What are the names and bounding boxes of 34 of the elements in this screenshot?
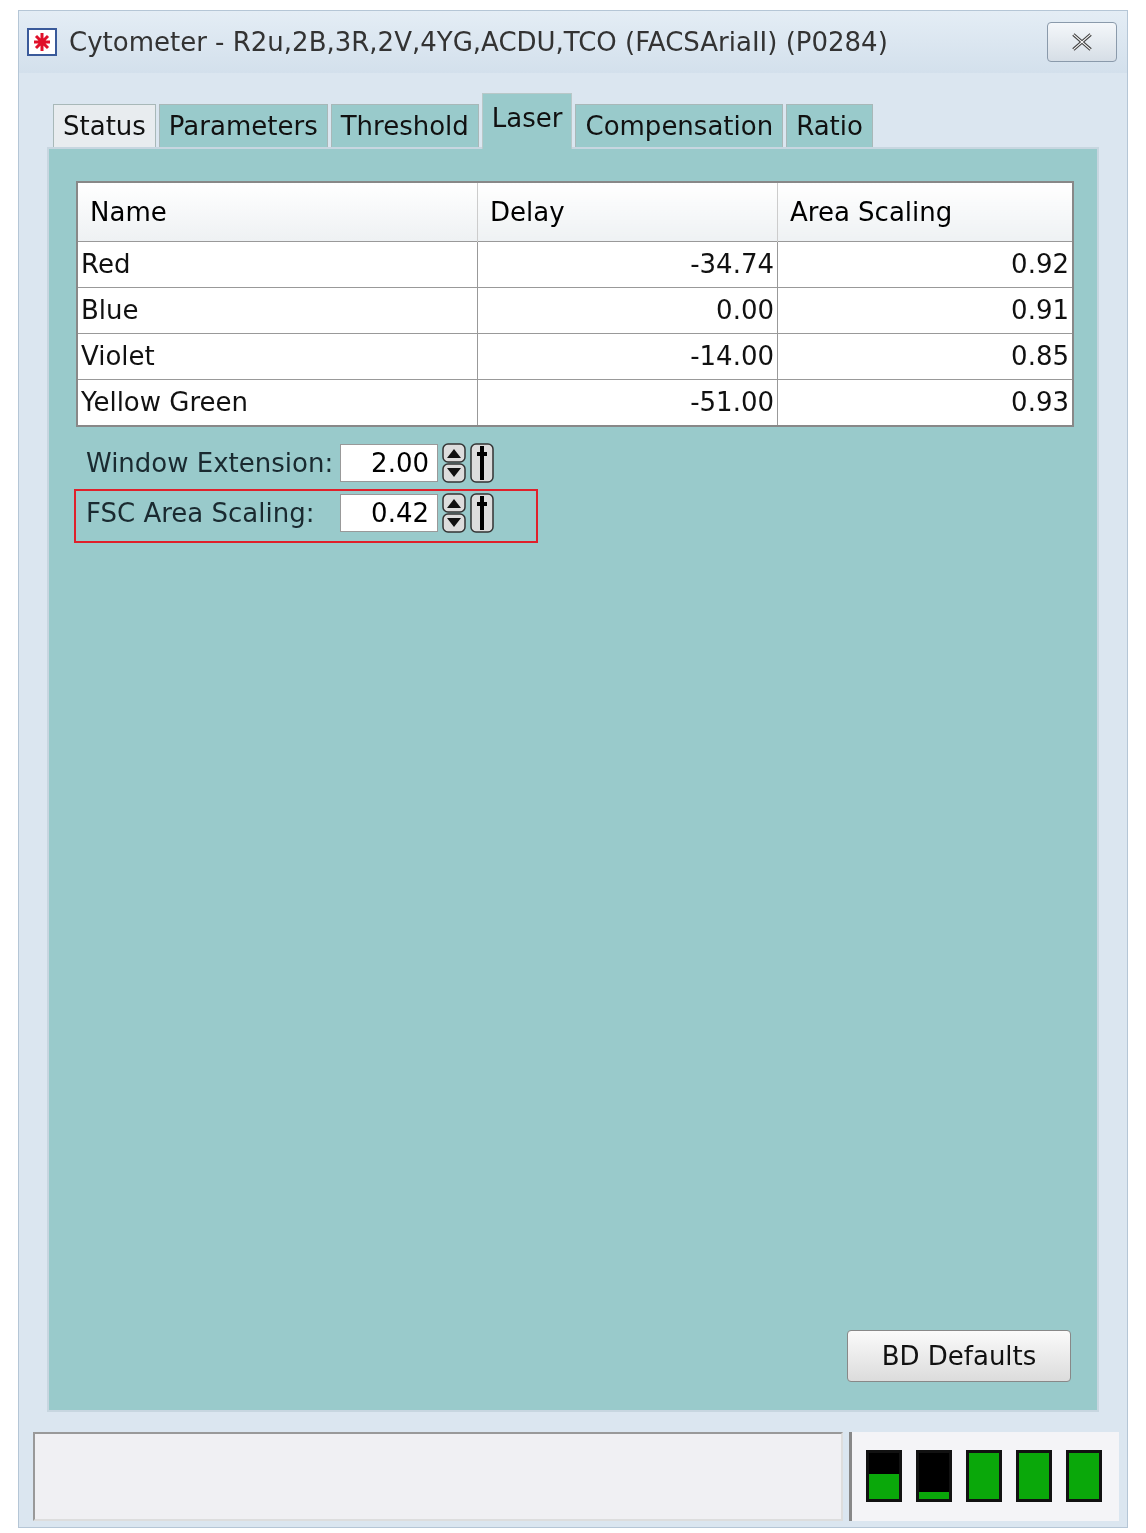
slider-handle-icon[interactable] xyxy=(470,442,494,483)
tab[interactable]: Ratio xyxy=(786,103,873,147)
table-cell: Violet xyxy=(77,333,478,380)
column-header: Delay xyxy=(477,181,778,242)
app-icon xyxy=(27,27,57,56)
table-cell: Red xyxy=(77,241,478,288)
close-button[interactable] xyxy=(1047,21,1117,62)
level-meter xyxy=(916,1450,952,1503)
level-meter xyxy=(966,1450,1002,1503)
number-field[interactable]: 2.00 xyxy=(340,443,438,482)
tab[interactable]: Status xyxy=(53,103,156,147)
tab[interactable]: Compensation xyxy=(575,103,784,147)
tab[interactable]: Laser xyxy=(481,92,573,149)
table-cell: -34.74 xyxy=(477,241,778,288)
table-cell: -14.00 xyxy=(477,333,778,380)
tab[interactable]: Parameters xyxy=(158,103,328,147)
spin-arrows-icon[interactable] xyxy=(442,442,466,483)
field-label: Window Extension: xyxy=(86,447,335,478)
field-label: FSC Area Scaling: xyxy=(86,497,316,528)
table-cell: Blue xyxy=(77,287,478,334)
window-title: Cytometer - R2u,2B,3R,2V,4YG,ACDU,TCO (FACSAriaII) (P0284) xyxy=(69,26,889,57)
number-field[interactable]: 0.42 xyxy=(340,493,438,532)
level-meter xyxy=(1016,1450,1052,1503)
column-header: Name xyxy=(77,181,478,242)
tab[interactable]: Threshold xyxy=(330,103,479,147)
close-icon xyxy=(1069,30,1095,53)
spin-arrows-icon[interactable] xyxy=(442,492,466,533)
column-header: Area Scaling xyxy=(777,181,1073,242)
level-meter xyxy=(1066,1450,1102,1503)
defaults-button[interactable]: BD Defaults xyxy=(847,1329,1071,1382)
table-cell: 0.92 xyxy=(777,241,1073,288)
level-meter xyxy=(866,1450,902,1503)
slider-handle-icon[interactable] xyxy=(470,492,494,533)
table-cell: 0.00 xyxy=(477,287,778,334)
